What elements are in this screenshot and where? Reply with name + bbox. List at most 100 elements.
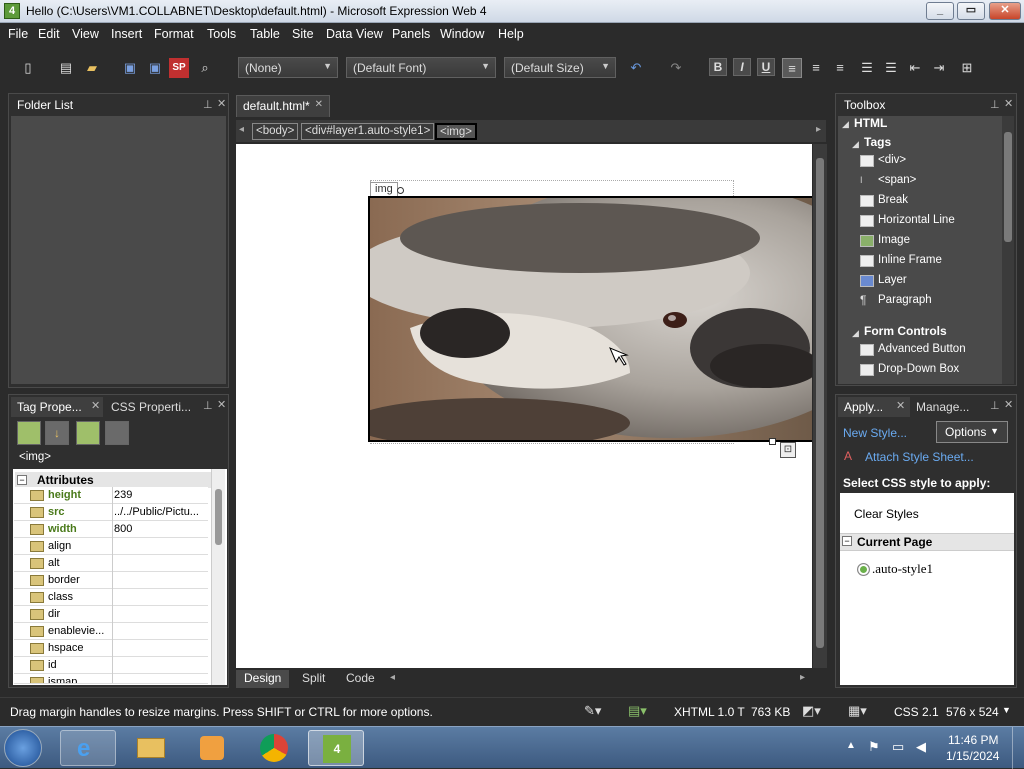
attr-row-id[interactable]: id [14,657,208,674]
toolbox-scrollbar[interactable] [1002,116,1014,384]
sort-icon[interactable]: ↓ [45,421,69,445]
resize-handle[interactable] [397,187,404,194]
attr-row-alt[interactable]: alt [14,555,208,572]
breadcrumb-body[interactable]: <body> [252,123,299,140]
expand-icon[interactable]: ◢ [842,119,849,130]
attr-row-align[interactable]: align [14,538,208,555]
pin-icon[interactable]: ⊥ [990,399,1000,412]
toolbox-html[interactable]: HTML [854,116,887,130]
collapse-icon[interactable]: − [17,475,27,485]
menu-file[interactable]: File [8,27,28,41]
attr-row-width[interactable]: width 800 [14,521,208,538]
close-button[interactable]: ✕ [989,2,1021,20]
attr-row-enableview[interactable]: enablevie... [14,623,208,640]
attr-row-src[interactable]: src ../../Public/Pictu... [14,504,208,521]
selected-image[interactable] [350,178,812,448]
tab-tag-properties[interactable]: Tag Prope... [11,397,103,417]
toolbox-tags[interactable]: Tags [864,135,891,149]
pin-icon[interactable]: ⊥ [203,399,213,412]
attributes-scrollbar[interactable] [211,469,225,685]
italic-button[interactable]: I [733,58,751,76]
increase-indent-icon[interactable]: ⇥ [929,58,949,78]
sharepoint-icon[interactable]: SP [169,58,189,78]
page-size-status[interactable]: 576 x 524 [946,705,999,719]
chevron-left-icon[interactable]: ◂ [239,124,244,135]
options-button[interactable]: Options ▼ [936,421,1008,443]
bold-button[interactable]: B [709,58,727,76]
menu-edit[interactable]: Edit [38,27,60,41]
show-desktop-button[interactable] [1012,727,1024,769]
size-select[interactable]: (Default Size) ▼ [504,57,616,78]
menu-tools[interactable]: Tools [207,27,236,41]
tab-split[interactable]: Split [294,670,333,688]
chevron-down-icon[interactable]: ▼ [1002,705,1011,715]
attr-row-dir[interactable]: dir [14,606,208,623]
undo-icon[interactable]: ↶ [626,58,646,78]
maximize-button[interactable]: ▭ [957,2,985,20]
scroll-thumb[interactable] [1004,132,1012,242]
new-style-link[interactable]: New Style... [843,426,907,440]
doctype-status[interactable]: XHTML 1.0 T [674,705,745,719]
minimize-button[interactable]: _ [926,2,954,20]
close-icon[interactable]: ✕ [217,398,226,411]
tab-css-properties[interactable]: CSS Properti... [107,397,195,417]
menu-insert[interactable]: Insert [111,27,142,41]
save-all-icon[interactable]: ▣ [145,58,165,78]
attr-value[interactable]: ../../Public/Pictu... [114,506,206,518]
expand-icon[interactable]: ◢ [852,139,859,150]
attr-value[interactable]: 800 [114,523,206,535]
save-icon[interactable]: ▣ [120,58,140,78]
breadcrumb-img[interactable]: <img> [435,123,477,140]
resize-handle[interactable] [769,438,776,445]
clear-styles[interactable]: Clear Styles [854,507,919,521]
style-auto-style1[interactable]: .auto-style1 [872,561,933,577]
align-left-icon[interactable]: ≡ [782,58,802,78]
taskbar-chrome[interactable] [246,730,302,766]
design-surface[interactable]: img ⊡ [236,144,812,668]
menu-format[interactable]: Format [154,27,194,41]
menu-view[interactable]: View [72,27,99,41]
taskbar-file-explorer[interactable] [123,730,179,766]
new-page-icon[interactable]: ▯ [18,58,38,78]
decrease-indent-icon[interactable]: ⇤ [905,58,925,78]
toolbox-form-controls[interactable]: Form Controls [864,324,947,338]
tab-default-html[interactable]: default.html* ✕ [236,95,330,117]
style-app-icon[interactable]: ▦▾ [848,703,867,719]
redo-icon[interactable]: ↷ [666,58,686,78]
scroll-thumb[interactable] [816,158,824,648]
pin-icon[interactable]: ⊥ [203,98,213,111]
align-center-icon[interactable]: ≡ [806,58,826,78]
page-view-icon[interactable]: ▤▾ [628,703,647,719]
collapse-icon[interactable]: − [842,536,852,546]
categorize-icon[interactable] [17,421,41,445]
attr-row-height[interactable]: height 239 [14,487,208,504]
show-hidden-icons[interactable]: ▲ [846,740,856,751]
chevron-right-icon[interactable]: ▸ [816,124,821,135]
taskbar-media-player[interactable] [184,730,240,766]
taskbar-internet-explorer[interactable]: e [60,730,116,766]
close-tab-icon[interactable]: ✕ [91,399,100,412]
tab-code[interactable]: Code [338,670,383,688]
clock-date[interactable]: 1/15/2024 [946,749,999,763]
close-tab-icon[interactable]: ✕ [896,399,905,412]
css-level-status[interactable]: CSS 2.1 [894,705,939,719]
attr-row-hspace[interactable]: hspace [14,640,208,657]
attach-style-sheet-link[interactable]: Attach Style Sheet... [865,450,974,464]
tab-manage-styles[interactable]: Manage... [912,397,973,417]
action-center-icon[interactable]: ⚑ [868,739,880,755]
attr-row-class[interactable]: class [14,589,208,606]
design-vertical-scrollbar[interactable] [813,144,827,668]
volume-icon[interactable]: ◀ [916,739,926,755]
menu-window[interactable]: Window [440,27,484,41]
style-select[interactable]: (None) ▼ [238,57,338,78]
chevron-right-icon[interactable]: ▸ [800,672,805,683]
tab-design[interactable]: Design [236,670,290,688]
taskbar-expression-web[interactable]: 4 [308,730,364,766]
tag-icon[interactable] [105,421,129,445]
start-button[interactable] [4,729,42,767]
breadcrumb-div[interactable]: <div#layer1.auto-style1> [301,123,435,140]
network-icon[interactable]: ▭ [892,739,904,755]
attr-value[interactable]: 239 [114,489,206,501]
close-icon[interactable]: ✕ [217,97,226,110]
underline-button[interactable]: U [757,58,775,76]
